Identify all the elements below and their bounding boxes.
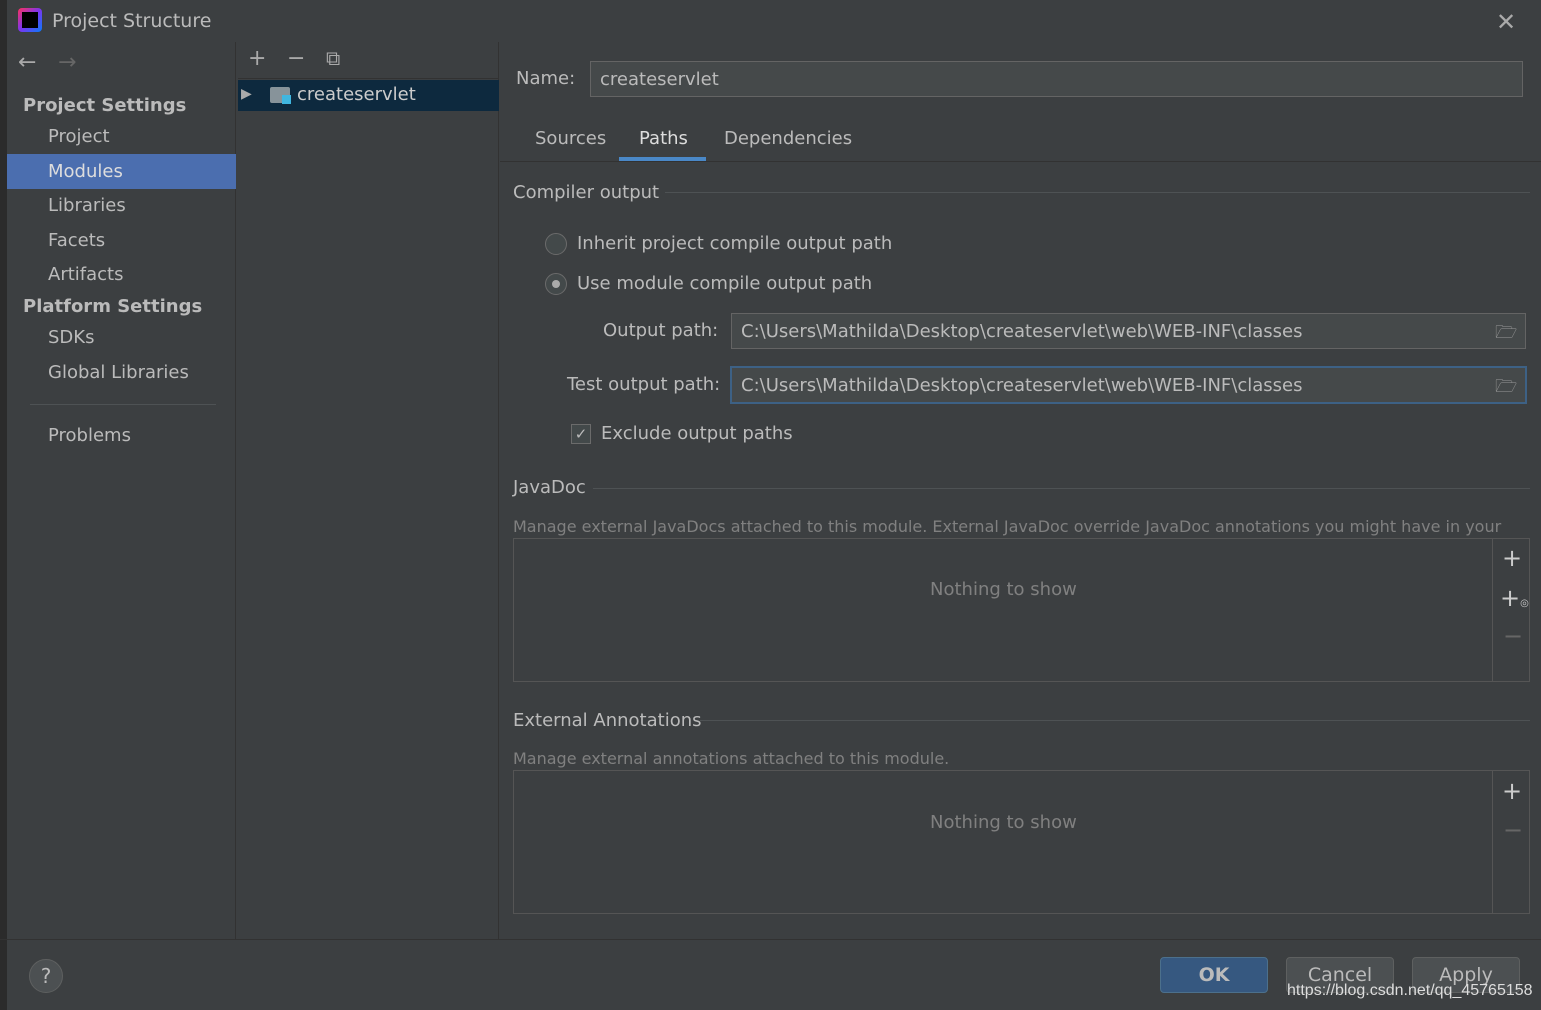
- divider: [665, 192, 1530, 193]
- module-tree-panel: [237, 42, 499, 939]
- add-icon[interactable]: +: [1502, 544, 1522, 572]
- tab-sources[interactable]: Sources: [535, 128, 606, 149]
- javadoc-empty-text: Nothing to show: [930, 579, 1077, 600]
- sidebar-item-modules[interactable]: Modules: [48, 161, 123, 182]
- remove-icon[interactable]: −: [287, 46, 305, 71]
- remove-icon[interactable]: −: [1503, 622, 1523, 650]
- sidebar-section-project-settings: Project Settings: [23, 95, 187, 116]
- remove-icon[interactable]: −: [1503, 816, 1523, 844]
- window-title: Project Structure: [52, 10, 212, 32]
- external-annotations-header: External Annotations: [513, 710, 702, 731]
- javadoc-header: JavaDoc: [513, 477, 586, 498]
- output-path-value: C:\Users\Mathilda\Desktop\createservlet\…: [741, 320, 1303, 342]
- tab-dependencies[interactable]: Dependencies: [724, 128, 852, 149]
- test-output-path-value: C:\Users\Mathilda\Desktop\createservlet\…: [741, 374, 1303, 396]
- name-label: Name:: [516, 68, 576, 89]
- back-arrow-icon[interactable]: ←: [18, 50, 36, 75]
- name-field[interactable]: createservlet: [590, 61, 1523, 97]
- tab-paths[interactable]: Paths: [639, 128, 688, 149]
- ok-button[interactable]: OK: [1160, 957, 1268, 993]
- background-ide-edge: [0, 0, 7, 1010]
- intellij-logo-icon: [18, 8, 42, 32]
- divider: [593, 488, 1530, 489]
- sidebar-item-sdks[interactable]: SDKs: [48, 327, 94, 348]
- copy-icon[interactable]: ⧉: [326, 46, 340, 70]
- help-icon[interactable]: ?: [29, 959, 63, 993]
- browse-folder-icon[interactable]: 🗁: [1495, 320, 1517, 350]
- module-output-radio-label[interactable]: Use module compile output path: [577, 273, 872, 294]
- tabs-divider: [500, 161, 1541, 162]
- test-output-path-label: Test output path:: [567, 374, 721, 395]
- sidebar-item-global-libraries[interactable]: Global Libraries: [48, 362, 189, 383]
- expand-arrow-icon[interactable]: ▶: [241, 86, 252, 102]
- add-icon[interactable]: +: [1502, 777, 1522, 805]
- toolbar-divider: [238, 78, 499, 79]
- exclude-checkbox-label[interactable]: Exclude output paths: [601, 423, 793, 444]
- inherit-radio-label[interactable]: Inherit project compile output path: [577, 233, 892, 254]
- watermark: https://blog.csdn.net/qq_45765158: [1287, 982, 1533, 999]
- sidebar-divider: [30, 404, 216, 405]
- annotations-empty-text: Nothing to show: [930, 812, 1077, 833]
- test-output-path-field[interactable]: C:\Users\Mathilda\Desktop\createservlet\…: [730, 366, 1527, 404]
- inherit-radio[interactable]: [545, 233, 567, 255]
- sidebar-item-libraries[interactable]: Libraries: [48, 195, 126, 216]
- add-icon[interactable]: +: [248, 46, 266, 71]
- sidebar-item-artifacts[interactable]: Artifacts: [48, 264, 123, 285]
- browse-folder-icon[interactable]: 🗁: [1495, 374, 1517, 404]
- external-annotations-list[interactable]: [513, 770, 1530, 914]
- forward-arrow-icon[interactable]: →: [58, 50, 76, 75]
- divider: [700, 720, 1530, 721]
- module-output-radio[interactable]: [545, 273, 567, 295]
- sidebar-item-facets[interactable]: Facets: [48, 230, 105, 251]
- divider: [1492, 539, 1493, 681]
- output-path-label: Output path:: [603, 320, 719, 341]
- close-icon[interactable]: ✕: [1496, 8, 1516, 36]
- sidebar-item-problems[interactable]: Problems: [48, 425, 131, 446]
- compiler-output-header: Compiler output: [513, 182, 660, 203]
- footer-divider: [0, 939, 1541, 940]
- sidebar-section-platform-settings: Platform Settings: [23, 296, 203, 317]
- module-folder-icon: [270, 87, 291, 104]
- tree-item-label: createservlet: [297, 84, 416, 105]
- sidebar-item-project[interactable]: Project: [48, 126, 110, 147]
- exclude-checkbox[interactable]: ✓: [571, 424, 591, 444]
- javadoc-list[interactable]: [513, 538, 1530, 682]
- add-url-icon[interactable]: +◎: [1500, 584, 1529, 612]
- output-path-field[interactable]: C:\Users\Mathilda\Desktop\createservlet\…: [731, 313, 1526, 349]
- divider: [1492, 771, 1493, 913]
- external-annotations-hint: Manage external annotations attached to …: [513, 749, 950, 768]
